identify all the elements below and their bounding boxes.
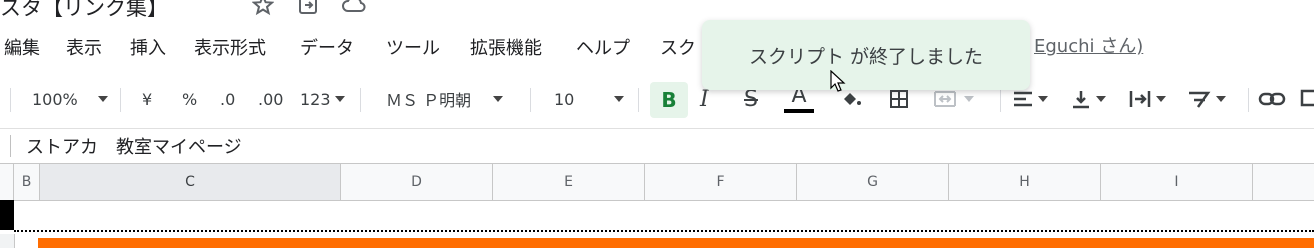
menu-view[interactable]: 表示 (66, 34, 102, 60)
column-header-b[interactable]: B (14, 164, 40, 200)
chevron-down-icon (964, 96, 974, 102)
toolbar-divider (10, 88, 11, 112)
toolbar-divider (120, 88, 121, 112)
star-icon[interactable] (251, 0, 275, 16)
bold-label: B (661, 88, 677, 112)
font-value: ＭＳ Ｐ明朝 (386, 91, 472, 110)
chevron-down-icon (493, 96, 504, 102)
chevron-down-icon (614, 96, 625, 102)
more-formats-button[interactable]: 123 (300, 72, 345, 126)
menu-script[interactable]: スク (660, 34, 696, 60)
font-size-value: 10 (554, 89, 575, 109)
chevron-down-icon (1156, 96, 1166, 102)
toolbar-divider (638, 88, 639, 112)
document-title[interactable]: スタ【リンク集】 (0, 0, 168, 22)
column-header-d[interactable]: D (341, 164, 493, 200)
toast-message: スクリプト が終了しました (748, 45, 984, 68)
cloud-saved-icon[interactable] (342, 0, 366, 16)
align-bottom-icon (1073, 91, 1089, 109)
column-header-c[interactable]: C (40, 164, 341, 200)
decrease-decimal-label: .0 (220, 89, 236, 109)
vertical-align-button[interactable] (1070, 72, 1106, 126)
column-header-f[interactable]: F (645, 164, 797, 200)
mouse-pointer-icon (830, 69, 846, 94)
menu-tools[interactable]: ツール (386, 34, 440, 60)
toolbar-divider (1248, 88, 1249, 112)
orange-filled-row[interactable] (38, 238, 1314, 248)
menu-extensions[interactable]: 拡張機能 (470, 34, 542, 60)
sheet-grid[interactable] (0, 200, 1314, 248)
font-select[interactable]: ＭＳ Ｐ明朝 (386, 72, 504, 126)
currency-label: ¥ (142, 89, 153, 109)
bold-button[interactable]: B (650, 82, 688, 118)
toolbar: 100% ¥ % .0 .00 123 ＭＳ Ｐ明朝 10 B I S A (0, 72, 1314, 126)
toolbar-divider (360, 88, 361, 112)
column-header-j[interactable] (1253, 164, 1314, 200)
formula-divider (10, 135, 11, 157)
chevron-down-icon (1038, 96, 1048, 102)
chevron-down-icon (1216, 96, 1226, 102)
chevron-down-icon (97, 96, 108, 102)
align-left-icon (1014, 91, 1032, 107)
menu-edit[interactable]: 編集 (4, 34, 40, 60)
text-wrap-button[interactable] (1128, 72, 1166, 126)
insert-link-button[interactable] (1258, 72, 1286, 126)
percent-button[interactable]: % (182, 72, 197, 126)
decrease-decimal-button[interactable]: .0 (220, 72, 235, 126)
menu-help[interactable]: ヘルプ (576, 34, 630, 60)
move-icon[interactable] (297, 0, 319, 16)
zoom-value: 100% (32, 89, 78, 109)
formula-input[interactable]: ストアカ 教室マイページ (26, 133, 242, 159)
toolbar-divider (1000, 88, 1001, 112)
row-header[interactable] (0, 234, 15, 248)
percent-label: % (182, 89, 198, 109)
italic-label: I (700, 86, 709, 112)
toolbar-divider (530, 88, 531, 112)
menu-data[interactable]: データ (300, 34, 354, 60)
font-size-select[interactable]: 10 (554, 72, 625, 126)
column-header-i[interactable]: I (1101, 164, 1253, 200)
text-color-swatch (784, 108, 814, 113)
menu-insert[interactable]: 挿入 (130, 34, 166, 60)
text-rotation-button[interactable] (1186, 72, 1226, 126)
menu-bar: 編集 表示 挿入 表示形式 データ ツール 拡張機能 ヘルプ スク Eguchi… (0, 30, 1314, 62)
title-bar: スタ【リンク集】 (0, 0, 1314, 28)
column-header-g[interactable]: G (797, 164, 949, 200)
copy-selection-border (14, 230, 1314, 232)
insert-comment-button[interactable] (1300, 72, 1314, 126)
more-formats-label: 123 (300, 89, 331, 109)
last-edit-link[interactable]: Eguchi さん) (1034, 32, 1143, 58)
strike-label: S (744, 86, 758, 112)
row-header-selected[interactable] (0, 200, 14, 230)
formula-bar: ストアカ 教室マイページ (0, 128, 1314, 163)
link-icon (1258, 92, 1286, 106)
increase-decimal-label: .00 (258, 89, 284, 109)
column-header-e[interactable]: E (493, 164, 645, 200)
column-header-h[interactable]: H (949, 164, 1101, 200)
select-all-corner[interactable] (0, 164, 14, 200)
column-headers: B C D E F G H I (0, 163, 1314, 201)
increase-decimal-button[interactable]: .00 (258, 72, 283, 126)
merge-icon (934, 91, 956, 107)
chevron-down-icon (1096, 96, 1106, 102)
script-finished-toast: スクリプト が終了しました (702, 20, 1030, 90)
chevron-down-icon (334, 96, 345, 102)
menu-format[interactable]: 表示形式 (194, 34, 266, 60)
currency-button[interactable]: ¥ (142, 72, 152, 126)
borders-icon (890, 90, 908, 108)
text-rotation-icon (1189, 91, 1211, 108)
comment-icon (1300, 89, 1314, 107)
zoom-select[interactable]: 100% (32, 72, 108, 126)
text-wrap-icon (1129, 91, 1151, 107)
